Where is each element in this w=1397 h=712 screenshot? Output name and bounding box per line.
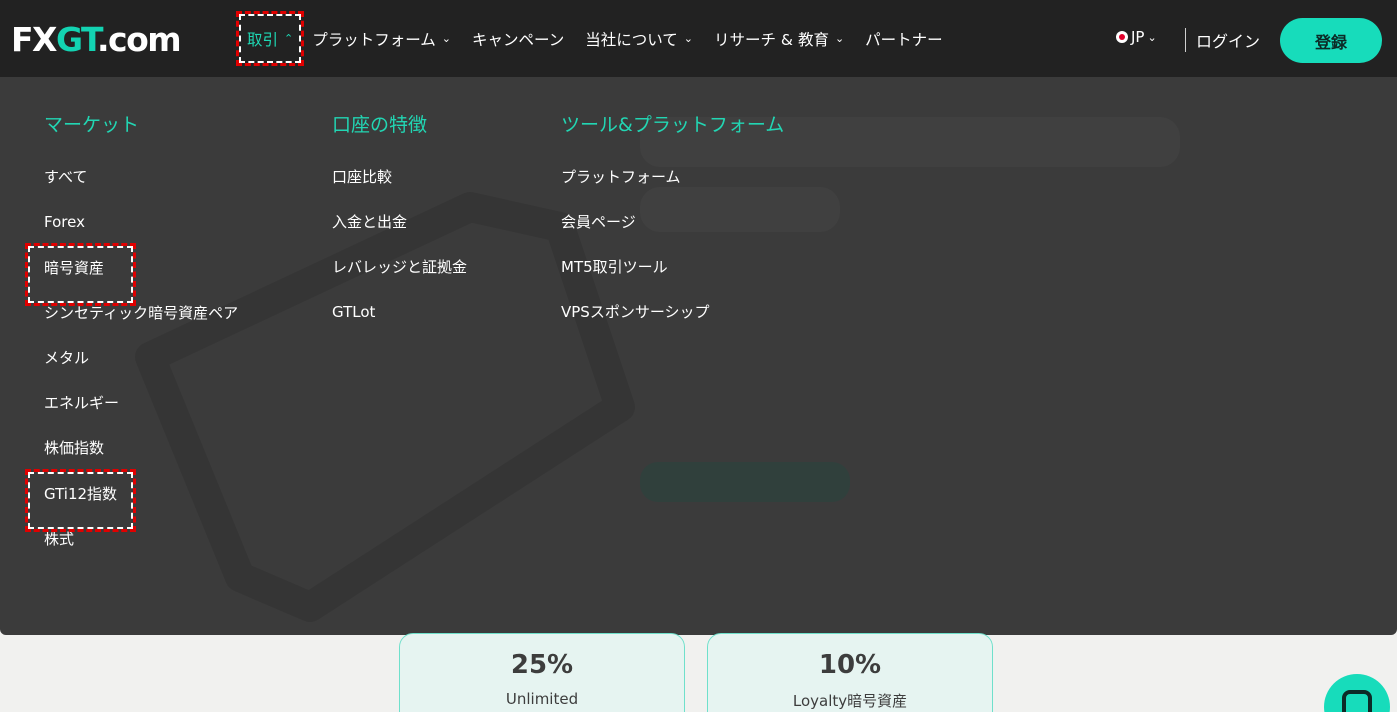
account-compare[interactable]: 口座比較 [332,168,467,213]
promo-card[interactable]: 25% Unlimited [399,633,685,712]
deposit-withdrawal[interactable]: 入金と出金 [332,213,467,258]
tools-vps[interactable]: VPSスポンサーシップ [561,303,784,348]
promo-label: Unlimited [505,690,579,708]
promo-label: Loyalty暗号資産 [792,692,908,710]
divider [1185,28,1186,52]
market-synthetic-crypto[interactable]: シンセティック暗号資産ペア [44,304,238,349]
tools-member-page[interactable]: 会員ページ [561,213,784,258]
top-navigation: FXGT.com 取引 ⌃ プラットフォーム ⌄ キャンペーン 当社について ⌄… [0,0,1397,77]
tools-heading: ツール&プラットフォーム [561,114,785,136]
chevron-down-icon: ⌄ [1147,30,1157,44]
market-column: マーケット すべて Forex 暗号資産 シンセティック暗号資産ペア メタル エ… [24,110,238,575]
market-energy[interactable]: エネルギー [44,394,238,439]
fxgt-logo[interactable]: FXGT.com [11,22,182,58]
market-metals[interactable]: メタル [44,349,238,394]
chevron-down-icon: ⌄ [683,32,693,45]
nav-partner[interactable]: パートナー [865,0,943,77]
promo-percent: 10% [818,650,882,680]
chat-bubble-icon [1342,690,1372,712]
japan-flag-icon [1116,31,1128,43]
market-stocks[interactable]: 株式 [44,530,238,575]
promo-percent: 25% [510,650,574,680]
chevron-down-icon: ⌄ [441,32,451,45]
promo-card[interactable]: 10% Loyalty暗号資産 [707,633,993,712]
market-gti12[interactable]: GTi12指数 [24,469,137,532]
market-all[interactable]: すべて [44,168,238,213]
promo-cards: 25% Unlimited 10% Loyalty暗号資産 [0,633,1397,712]
nav-research[interactable]: リサーチ & 教育 ⌄ [714,0,844,77]
login-link[interactable]: ログイン [1196,28,1260,52]
account-column: 口座の特徴 口座比較 入金と出金 レバレッジと証拠金 GTLot [332,110,467,348]
account-heading: 口座の特徴 [332,114,428,136]
register-button[interactable]: 登録 [1280,18,1382,63]
nav-campaign[interactable]: キャンペーン [472,0,564,77]
nav-about[interactable]: 当社について ⌄ [585,0,693,77]
tools-mt5[interactable]: MT5取引ツール [561,258,784,303]
gtlot[interactable]: GTLot [332,303,467,348]
leverage-margin[interactable]: レバレッジと証拠金 [332,258,467,303]
market-heading: マーケット [44,114,140,136]
main-nav: 取引 ⌃ プラットフォーム ⌄ キャンペーン 当社について ⌄ リサーチ & 教… [236,0,964,77]
nav-platform[interactable]: プラットフォーム ⌄ [312,0,451,77]
language-selector[interactable]: JP ⌄ [1116,28,1157,46]
chevron-down-icon: ⌄ [834,32,845,45]
market-crypto[interactable]: 暗号資産 [24,243,137,306]
tools-platform[interactable]: プラットフォーム [561,168,784,213]
tools-column: ツール&プラットフォーム プラットフォーム 会員ページ MT5取引ツール VPS… [561,110,784,348]
chevron-up-icon: ⌃ [284,32,294,45]
trading-mega-menu: マーケット すべて Forex 暗号資産 シンセティック暗号資産ペア メタル エ… [0,77,1397,635]
nav-trading[interactable]: 取引 ⌃ [236,11,305,66]
